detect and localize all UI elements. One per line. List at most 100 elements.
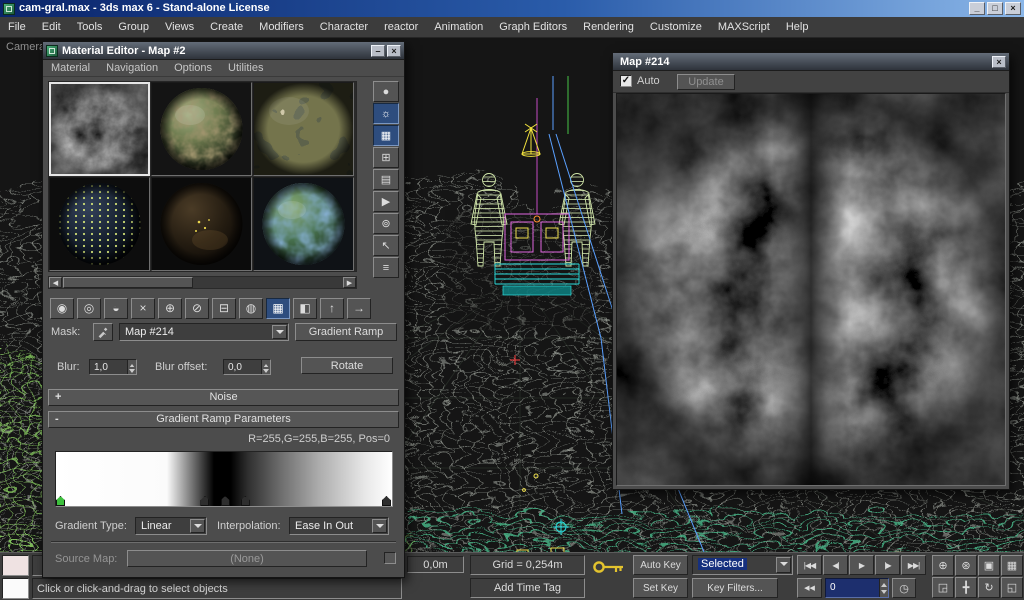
sample-slot-1[interactable] — [49, 82, 150, 176]
menu-item[interactable]: Group — [110, 17, 157, 37]
minimize-button[interactable]: _ — [969, 2, 985, 15]
zoom-button[interactable]: ⊕ — [932, 555, 954, 576]
go-forward-to-sibling-button[interactable]: → — [347, 297, 371, 319]
material-editor-window[interactable]: Material Editor - Map #2 – × Material Navi… — [42, 41, 405, 578]
viewport-label[interactable]: Camera — [6, 41, 45, 53]
reset-map-button[interactable]: × — [131, 297, 155, 319]
menu-item[interactable]: Edit — [34, 17, 69, 37]
go-to-end-button[interactable]: ▶▶| — [901, 555, 926, 575]
put-material-to-scene-button[interactable]: ◎ — [77, 297, 101, 319]
menu-item[interactable]: reactor — [376, 17, 426, 37]
sample-slot-4[interactable] — [49, 177, 150, 271]
menu-item[interactable]: Navigation — [98, 60, 166, 76]
go-to-start-button[interactable]: |◀◀ — [797, 555, 822, 575]
make-preview-icon[interactable]: ▶ — [373, 191, 399, 212]
menu-item[interactable]: MAXScript — [710, 17, 778, 37]
material-editor-title-bar[interactable]: Material Editor - Map #2 – × — [43, 42, 404, 60]
key-mode-toggle-button[interactable]: ◀◀ — [797, 578, 822, 598]
chevron-down-icon[interactable] — [190, 519, 205, 533]
update-button[interactable]: Update — [677, 74, 735, 90]
menu-item[interactable]: Rendering — [575, 17, 642, 37]
map-type-button[interactable]: Gradient Ramp — [295, 323, 397, 341]
min-max-toggle-button[interactable]: ◱ — [1001, 577, 1023, 598]
show-end-result-button[interactable]: ◧ — [293, 297, 317, 319]
put-to-library-button[interactable]: ⊟ — [212, 297, 236, 319]
time-configuration-button[interactable]: ◷ — [892, 578, 916, 598]
play-button[interactable]: ▶ — [849, 555, 874, 575]
blur-offset-field[interactable]: 0,0 — [223, 359, 271, 375]
auto-key-button[interactable]: Auto Key — [633, 555, 688, 575]
close-button[interactable]: × — [1005, 2, 1021, 15]
sample-slot-2[interactable] — [151, 82, 252, 176]
me-close-button[interactable]: × — [387, 44, 401, 57]
coordinate-field[interactable]: 0,0m — [407, 556, 464, 573]
chevron-down-icon[interactable] — [372, 519, 387, 533]
assign-material-to-selection-button[interactable]: ◒ — [104, 297, 128, 319]
set-key-button[interactable]: Set Key — [633, 578, 688, 598]
auto-update-checkbox[interactable]: ✓ — [620, 75, 632, 87]
rotate-button[interactable]: Rotate — [301, 357, 393, 374]
go-to-parent-button[interactable]: ↑ — [320, 297, 344, 319]
chevron-down-icon[interactable] — [272, 325, 287, 339]
pick-material-from-object-button[interactable] — [93, 323, 113, 341]
material-id-channel-button[interactable]: ◍ — [239, 297, 263, 319]
menu-item[interactable]: Options — [166, 60, 220, 76]
scroll-right-icon[interactable]: ▶ — [343, 277, 356, 288]
gradient-flag[interactable] — [381, 496, 391, 506]
make-unique-button[interactable]: ⊘ — [185, 297, 209, 319]
maxscript-mini-listener-bottom[interactable] — [2, 578, 29, 599]
sample-uv-tiling-icon[interactable]: ⊞ — [373, 147, 399, 168]
menu-item[interactable]: File — [0, 17, 34, 37]
interpolation-dropdown[interactable]: Ease In Out — [289, 517, 389, 535]
map-window-title-bar[interactable]: Map #214 × — [613, 53, 1009, 71]
sample-slot-5[interactable] — [151, 177, 252, 271]
gradient-flag[interactable] — [240, 496, 250, 506]
menu-item[interactable]: Utilities — [220, 60, 271, 76]
menu-item[interactable]: Create — [202, 17, 251, 37]
scrollbar-thumb[interactable] — [63, 277, 193, 288]
add-time-tag[interactable]: Add Time Tag — [470, 578, 585, 598]
gradient-ramp-widget[interactable] — [55, 451, 393, 507]
gradient-flag[interactable] — [200, 496, 210, 506]
blur-offset-spinner[interactable] — [261, 360, 270, 374]
source-map-button[interactable]: (None) — [127, 550, 367, 567]
menu-item[interactable]: Views — [157, 17, 202, 37]
menu-item[interactable]: Character — [312, 17, 376, 37]
show-map-in-viewport-button[interactable]: ▦ — [266, 297, 290, 319]
sample-slot-3[interactable] — [253, 82, 354, 176]
me-minimize-button[interactable]: – — [371, 44, 385, 57]
zoom-extents-button[interactable]: ▣ — [978, 555, 1000, 576]
next-frame-button[interactable]: |▶ — [875, 555, 900, 575]
get-material-button[interactable]: ◉ — [50, 297, 74, 319]
map-close-button[interactable]: × — [992, 55, 1006, 68]
menu-item[interactable]: Customize — [642, 17, 710, 37]
arc-rotate-button[interactable]: ↻ — [978, 577, 1000, 598]
menu-item[interactable]: Help — [778, 17, 817, 37]
key-filters-button[interactable]: Key Filters... — [692, 578, 778, 598]
maxscript-mini-listener-top[interactable] — [2, 555, 29, 576]
maximize-button[interactable]: □ — [987, 2, 1003, 15]
sample-slot-scrollbar[interactable]: ◀ ▶ — [48, 276, 357, 289]
blur-spinner[interactable] — [127, 360, 136, 374]
rollout-noise[interactable]: + Noise — [48, 389, 399, 406]
frame-spinner[interactable] — [879, 579, 888, 597]
options-icon[interactable]: ⊚ — [373, 213, 399, 234]
source-map-enable-checkbox[interactable] — [384, 552, 396, 564]
sample-type-icon[interactable]: ● — [373, 81, 399, 102]
material-map-navigator-icon[interactable]: ≡ — [373, 257, 399, 278]
background-icon[interactable]: ▦ — [373, 125, 399, 146]
gradient-flag[interactable] — [56, 496, 65, 506]
scroll-left-icon[interactable]: ◀ — [49, 277, 62, 288]
menu-item[interactable]: Modifiers — [251, 17, 312, 37]
select-by-material-icon[interactable]: ↖ — [373, 235, 399, 256]
map-214-window[interactable]: Map #214 × ✓ Auto Update — [612, 52, 1010, 490]
current-frame-field[interactable]: 0 — [825, 578, 889, 598]
video-color-check-icon[interactable]: ▤ — [373, 169, 399, 190]
sample-slot-6[interactable] — [253, 177, 354, 271]
backlight-icon[interactable]: ☼ — [373, 103, 399, 124]
rollout-gradient-ramp-parameters[interactable]: - Gradient Ramp Parameters — [48, 411, 399, 428]
gradient-type-dropdown[interactable]: Linear — [135, 517, 207, 535]
chevron-down-icon[interactable] — [776, 557, 791, 573]
previous-frame-button[interactable]: ◀| — [823, 555, 848, 575]
menu-item[interactable]: Tools — [69, 17, 111, 37]
